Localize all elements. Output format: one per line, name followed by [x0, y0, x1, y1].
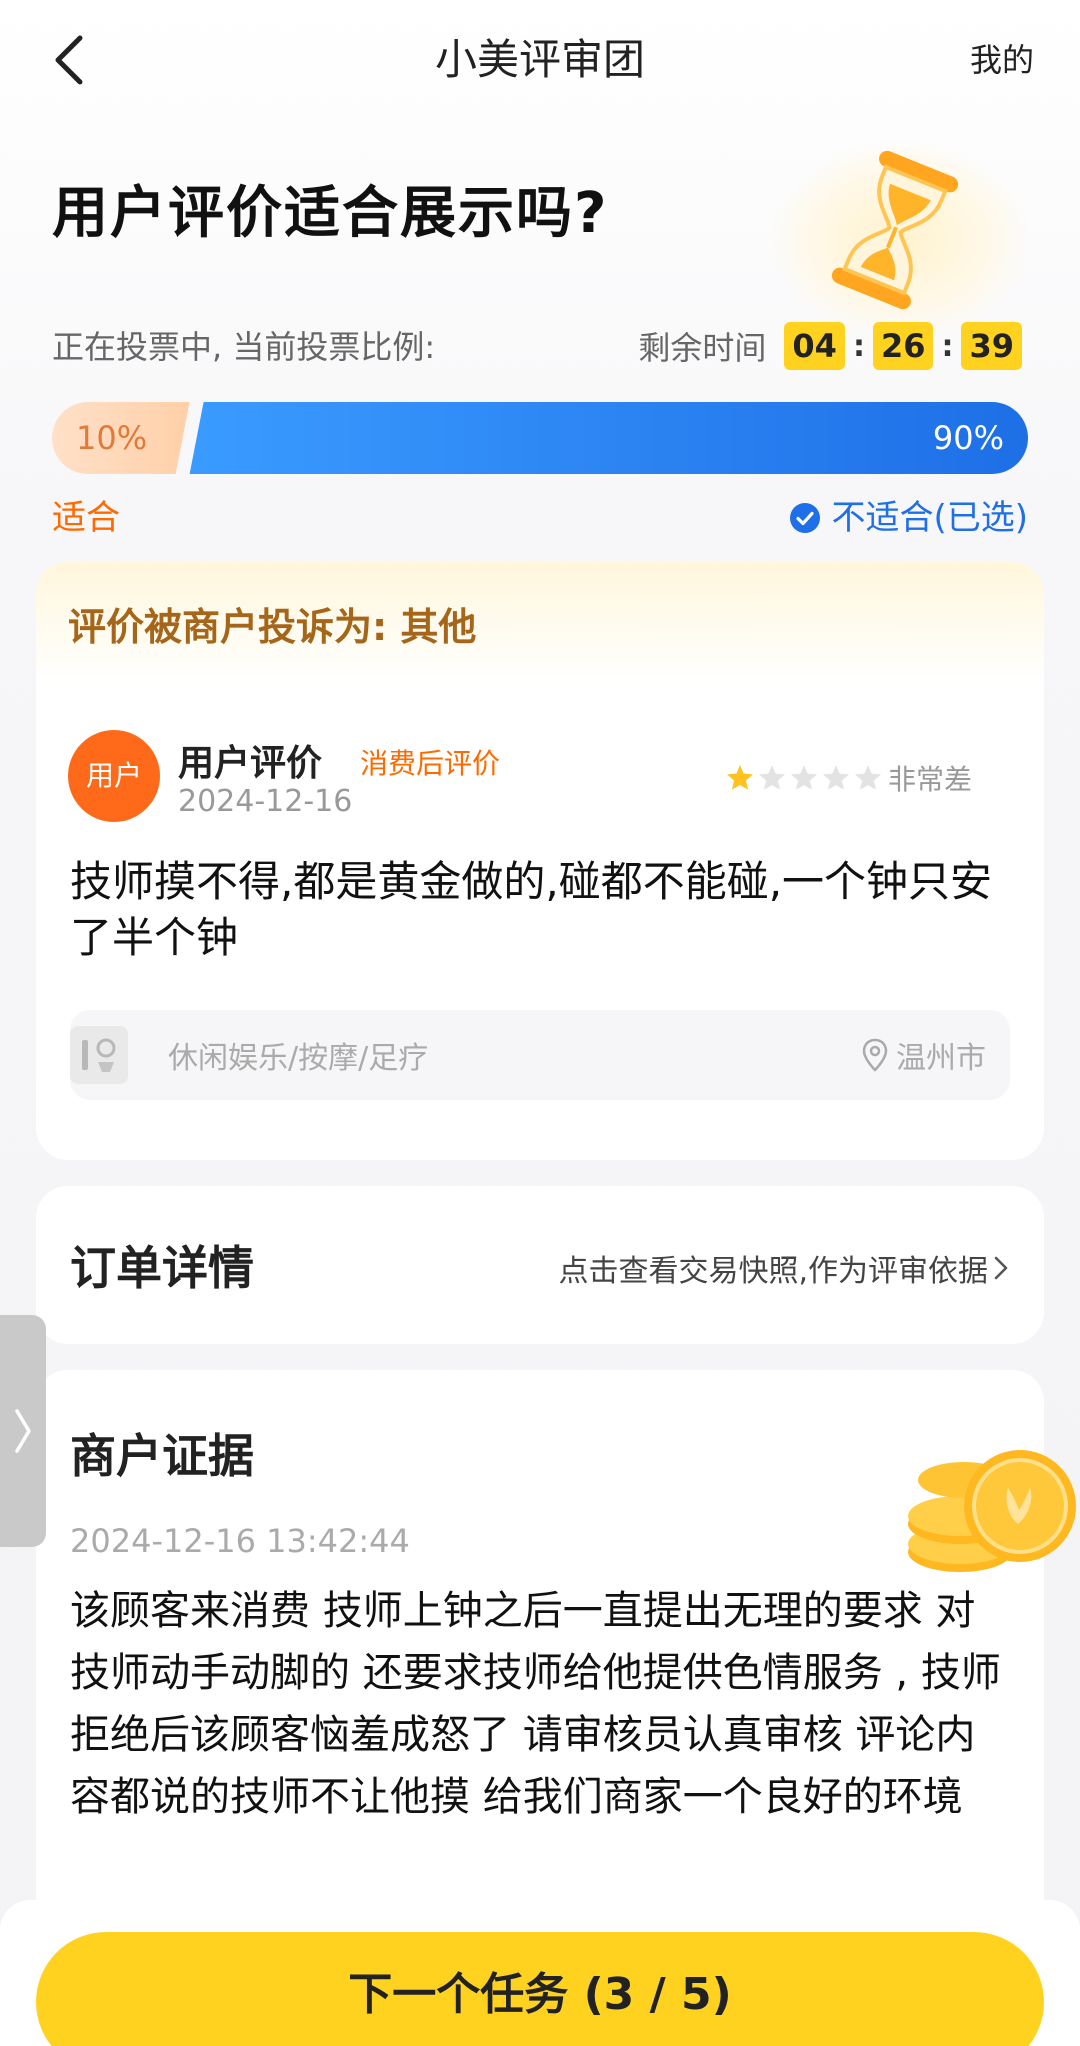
review-text: 技师摸不得,都是黄金做的,碰都不能碰,一个钟只安了半个钟 [70, 857, 993, 962]
rating-text: 非常差 [888, 763, 973, 796]
remaining-time-label: 剩余时间 [638, 329, 767, 367]
review-type-tag: 消费后评价 [360, 747, 501, 780]
suitable-percent: 10% [76, 419, 148, 457]
next-task-button[interactable]: 下一个任务 (3 / 5) [36, 1932, 1044, 2046]
star-icon [759, 765, 785, 790]
reviewer-name: 用户评价 [178, 743, 323, 784]
countdown-seconds: 39 [961, 322, 1022, 370]
option-unsuitable-label: 不适合(已选) [831, 498, 1028, 538]
check-circle-icon [790, 503, 821, 533]
hourglass-icon [831, 150, 959, 310]
nav-title: 小美评审团 [434, 35, 645, 84]
coins-icon [908, 1450, 1076, 1572]
star-icon [823, 765, 849, 790]
review-date: 2024-12-16 [178, 784, 353, 819]
evidence-title: 商户证据 [70, 1429, 254, 1483]
vote-status-text: 正在投票中, 当前投票比例: [52, 328, 436, 366]
merchant-category: 休闲娱乐/按摩/足疗 [168, 1041, 429, 1076]
unsuitable-percent: 90% [932, 419, 1004, 457]
option-suitable[interactable]: 适合 [52, 494, 120, 542]
review-card: 评价被商户投诉为: 其他 用户 用户评价 消费后评价 2024-12-16 非常… [36, 562, 1044, 1160]
chevron-right-icon [15, 1409, 31, 1453]
chevron-right-icon [994, 1256, 1008, 1280]
countdown: 剩余时间 04 : 26 : 39 [638, 322, 1022, 370]
evidence-text: 该顾客来消费 技师上钟之后一直提出无理的要求 对技师动手动脚的 还要求技师给他提… [70, 1588, 1001, 1820]
merchant-location: 温州市 [862, 1033, 986, 1077]
time-separator: : [941, 328, 954, 364]
page-title: 用户评价适合展示吗? [52, 181, 609, 246]
complaint-reason: 评价被商户投诉为: 其他 [36, 562, 1044, 682]
evidence-datetime: 2024-12-16 13:42:44 [70, 1522, 410, 1560]
view-snapshot-link[interactable]: 点击查看交易快照,作为评审依据 [558, 1246, 1008, 1290]
star-icon [791, 765, 817, 790]
top-nav-bar: 小美评审团 我的 [0, 0, 1080, 120]
star-icon [855, 765, 881, 790]
vote-ratio-bar: 10% 90% [52, 402, 1028, 474]
side-drawer-handle[interactable] [0, 1315, 46, 1547]
avatar: 用户 [68, 730, 160, 822]
star-icon [727, 765, 753, 790]
order-detail-title: 订单详情 [70, 1241, 254, 1295]
countdown-minutes: 26 [872, 322, 934, 370]
option-unsuitable[interactable]: 不适合(已选) [789, 494, 1028, 542]
view-snapshot-label: 点击查看交易快照,作为评审依据 [558, 1254, 988, 1289]
star-rating: 非常差 [726, 758, 972, 798]
merchant-category-row[interactable]: 休闲娱乐/按摩/足疗 温州市 [70, 1010, 1010, 1100]
time-separator: : [852, 328, 865, 364]
location-text: 温州市 [896, 1041, 986, 1076]
vote-bar-unsuitable-segment [189, 402, 1028, 474]
my-link[interactable]: 我的 [970, 34, 1034, 86]
location-pin-icon [862, 1038, 888, 1072]
order-detail-card[interactable]: 订单详情 点击查看交易快照,作为评审依据 [36, 1186, 1044, 1344]
countdown-hours: 04 [784, 322, 845, 370]
category-icon [70, 1026, 128, 1084]
